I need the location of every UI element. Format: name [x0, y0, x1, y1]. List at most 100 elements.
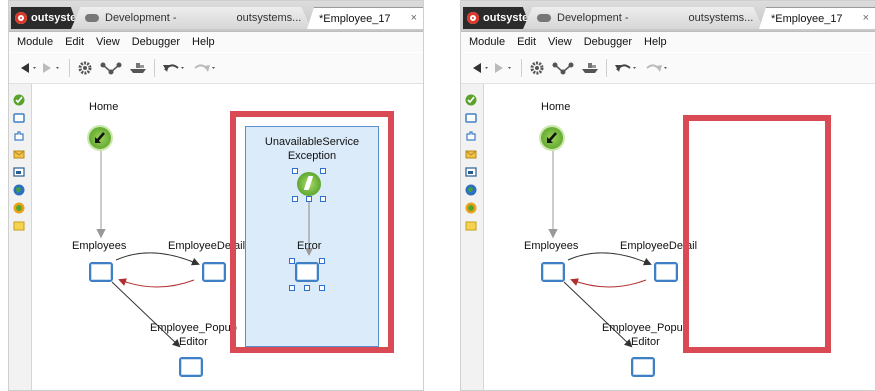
screen-icon[interactable] [465, 112, 477, 124]
popup-label-line2: Editor [631, 336, 660, 348]
employee-tab-label: *Employee_17 [319, 12, 391, 25]
element-sidebar [9, 84, 32, 390]
toolbar-divider [521, 59, 522, 77]
menu-debugger[interactable]: Debugger [584, 36, 632, 48]
tab-outsystems[interactable]: outsystems [463, 7, 531, 29]
close-icon[interactable]: × [411, 12, 417, 24]
back-arrow-icon[interactable] [17, 57, 39, 79]
dev-tab-label: Development - [105, 12, 177, 24]
redo-icon[interactable] [643, 57, 669, 79]
menu-help[interactable]: Help [192, 36, 215, 48]
employee-detail-screen-node[interactable] [202, 262, 226, 282]
outsystems-logo-icon [15, 12, 27, 24]
highlight-frame [683, 115, 831, 353]
puzzle-icon[interactable] [465, 130, 477, 142]
brand-label: outsystems [31, 12, 79, 24]
menu-view[interactable]: View [548, 36, 572, 48]
undo-icon[interactable] [613, 57, 639, 79]
toolbar-divider [154, 59, 155, 77]
menu-help[interactable]: Help [644, 36, 667, 48]
gear-icon[interactable] [528, 57, 546, 79]
brand-label: outsystems [483, 12, 531, 24]
menu-bar: Module Edit View Debugger Help [9, 32, 423, 52]
menu-edit[interactable]: Edit [65, 36, 84, 48]
tab-bar: outsystems Development - outsystems... *… [461, 1, 875, 32]
tab-employee[interactable]: *Employee_17 × [307, 7, 423, 29]
dev-tab-server: outsystems... [236, 12, 302, 24]
flow-canvas[interactable]: Home Employees EmployeeDetail Employee_P… [484, 84, 875, 390]
toolbar [461, 53, 875, 84]
home-label: Home [89, 101, 119, 113]
home-node-icon[interactable] [89, 127, 111, 149]
globe-icon[interactable] [465, 184, 477, 196]
ship-icon[interactable] [580, 57, 600, 79]
popup-label-line1: Employee_Popup [602, 322, 689, 334]
employees-label: Employees [524, 240, 579, 252]
right-editor-window: outsystems Development - outsystems... *… [460, 0, 876, 391]
tab-development[interactable]: Development - outsystems... [523, 7, 763, 29]
flow-canvas[interactable]: Home Employees EmployeeDetail Employee_P… [32, 84, 423, 390]
left-editor-window: outsystems Development - outsystems... *… [8, 0, 424, 391]
employees-screen-node[interactable] [541, 262, 565, 282]
outsystems-logo-icon [467, 12, 479, 24]
tab-bar: outsystems Development - outsystems... *… [9, 1, 423, 32]
toolbar [9, 53, 423, 84]
undo-icon[interactable] [161, 57, 187, 79]
window-icon[interactable] [465, 166, 477, 178]
checkmark-icon[interactable] [13, 94, 25, 106]
tab-outsystems[interactable]: outsystems [11, 7, 79, 29]
popup-label-line2: Editor [179, 336, 208, 348]
home-node-icon[interactable] [541, 127, 563, 149]
forward-arrow-icon[interactable] [39, 57, 63, 79]
popup-editor-screen-node[interactable] [179, 357, 203, 377]
flow-icon[interactable] [552, 57, 574, 79]
envelope-icon[interactable] [13, 148, 25, 160]
dev-tab-server: outsystems... [688, 12, 754, 24]
employee-tab-label: *Employee_17 [771, 12, 843, 25]
popup-editor-screen-node[interactable] [631, 357, 655, 377]
close-icon[interactable]: × [863, 12, 869, 24]
globe-icon[interactable] [13, 184, 25, 196]
back-arrow-icon[interactable] [469, 57, 491, 79]
tab-employee[interactable]: *Employee_17 × [759, 7, 875, 29]
checkmark-icon[interactable] [465, 94, 477, 106]
circle-icon[interactable] [13, 202, 25, 214]
note-icon[interactable] [465, 220, 477, 232]
gear-icon[interactable] [76, 57, 94, 79]
cloud-icon [537, 14, 551, 22]
forward-arrow-icon[interactable] [491, 57, 515, 79]
menu-debugger[interactable]: Debugger [132, 36, 180, 48]
toolbar-divider [606, 59, 607, 77]
toolbar-divider [69, 59, 70, 77]
redo-icon[interactable] [191, 57, 217, 79]
cloud-icon [85, 14, 99, 22]
home-label: Home [541, 101, 571, 113]
menu-bar: Module Edit View Debugger Help [461, 32, 875, 52]
envelope-icon[interactable] [465, 148, 477, 160]
screen-icon[interactable] [13, 112, 25, 124]
menu-view[interactable]: View [96, 36, 120, 48]
employees-to-detail-link [115, 252, 200, 266]
popup-label-line1: Employee_Popup [150, 322, 237, 334]
ship-icon[interactable] [128, 57, 148, 79]
element-sidebar [461, 84, 484, 390]
menu-module[interactable]: Module [469, 36, 505, 48]
menu-module[interactable]: Module [17, 36, 53, 48]
employees-to-detail-link [567, 252, 652, 266]
dev-tab-label: Development - [557, 12, 629, 24]
tab-development[interactable]: Development - outsystems... [71, 7, 311, 29]
detail-to-employees-link [118, 278, 195, 288]
note-icon[interactable] [13, 220, 25, 232]
puzzle-icon[interactable] [13, 130, 25, 142]
highlight-frame [230, 111, 394, 353]
menu-edit[interactable]: Edit [517, 36, 536, 48]
detail-to-employees-link [570, 278, 647, 288]
employees-to-popup-link [563, 281, 633, 348]
employee-detail-screen-node[interactable] [654, 262, 678, 282]
window-icon[interactable] [13, 166, 25, 178]
employees-to-popup-link [111, 281, 181, 348]
circle-icon[interactable] [465, 202, 477, 214]
employees-screen-node[interactable] [89, 262, 113, 282]
employees-label: Employees [72, 240, 127, 252]
flow-icon[interactable] [100, 57, 122, 79]
